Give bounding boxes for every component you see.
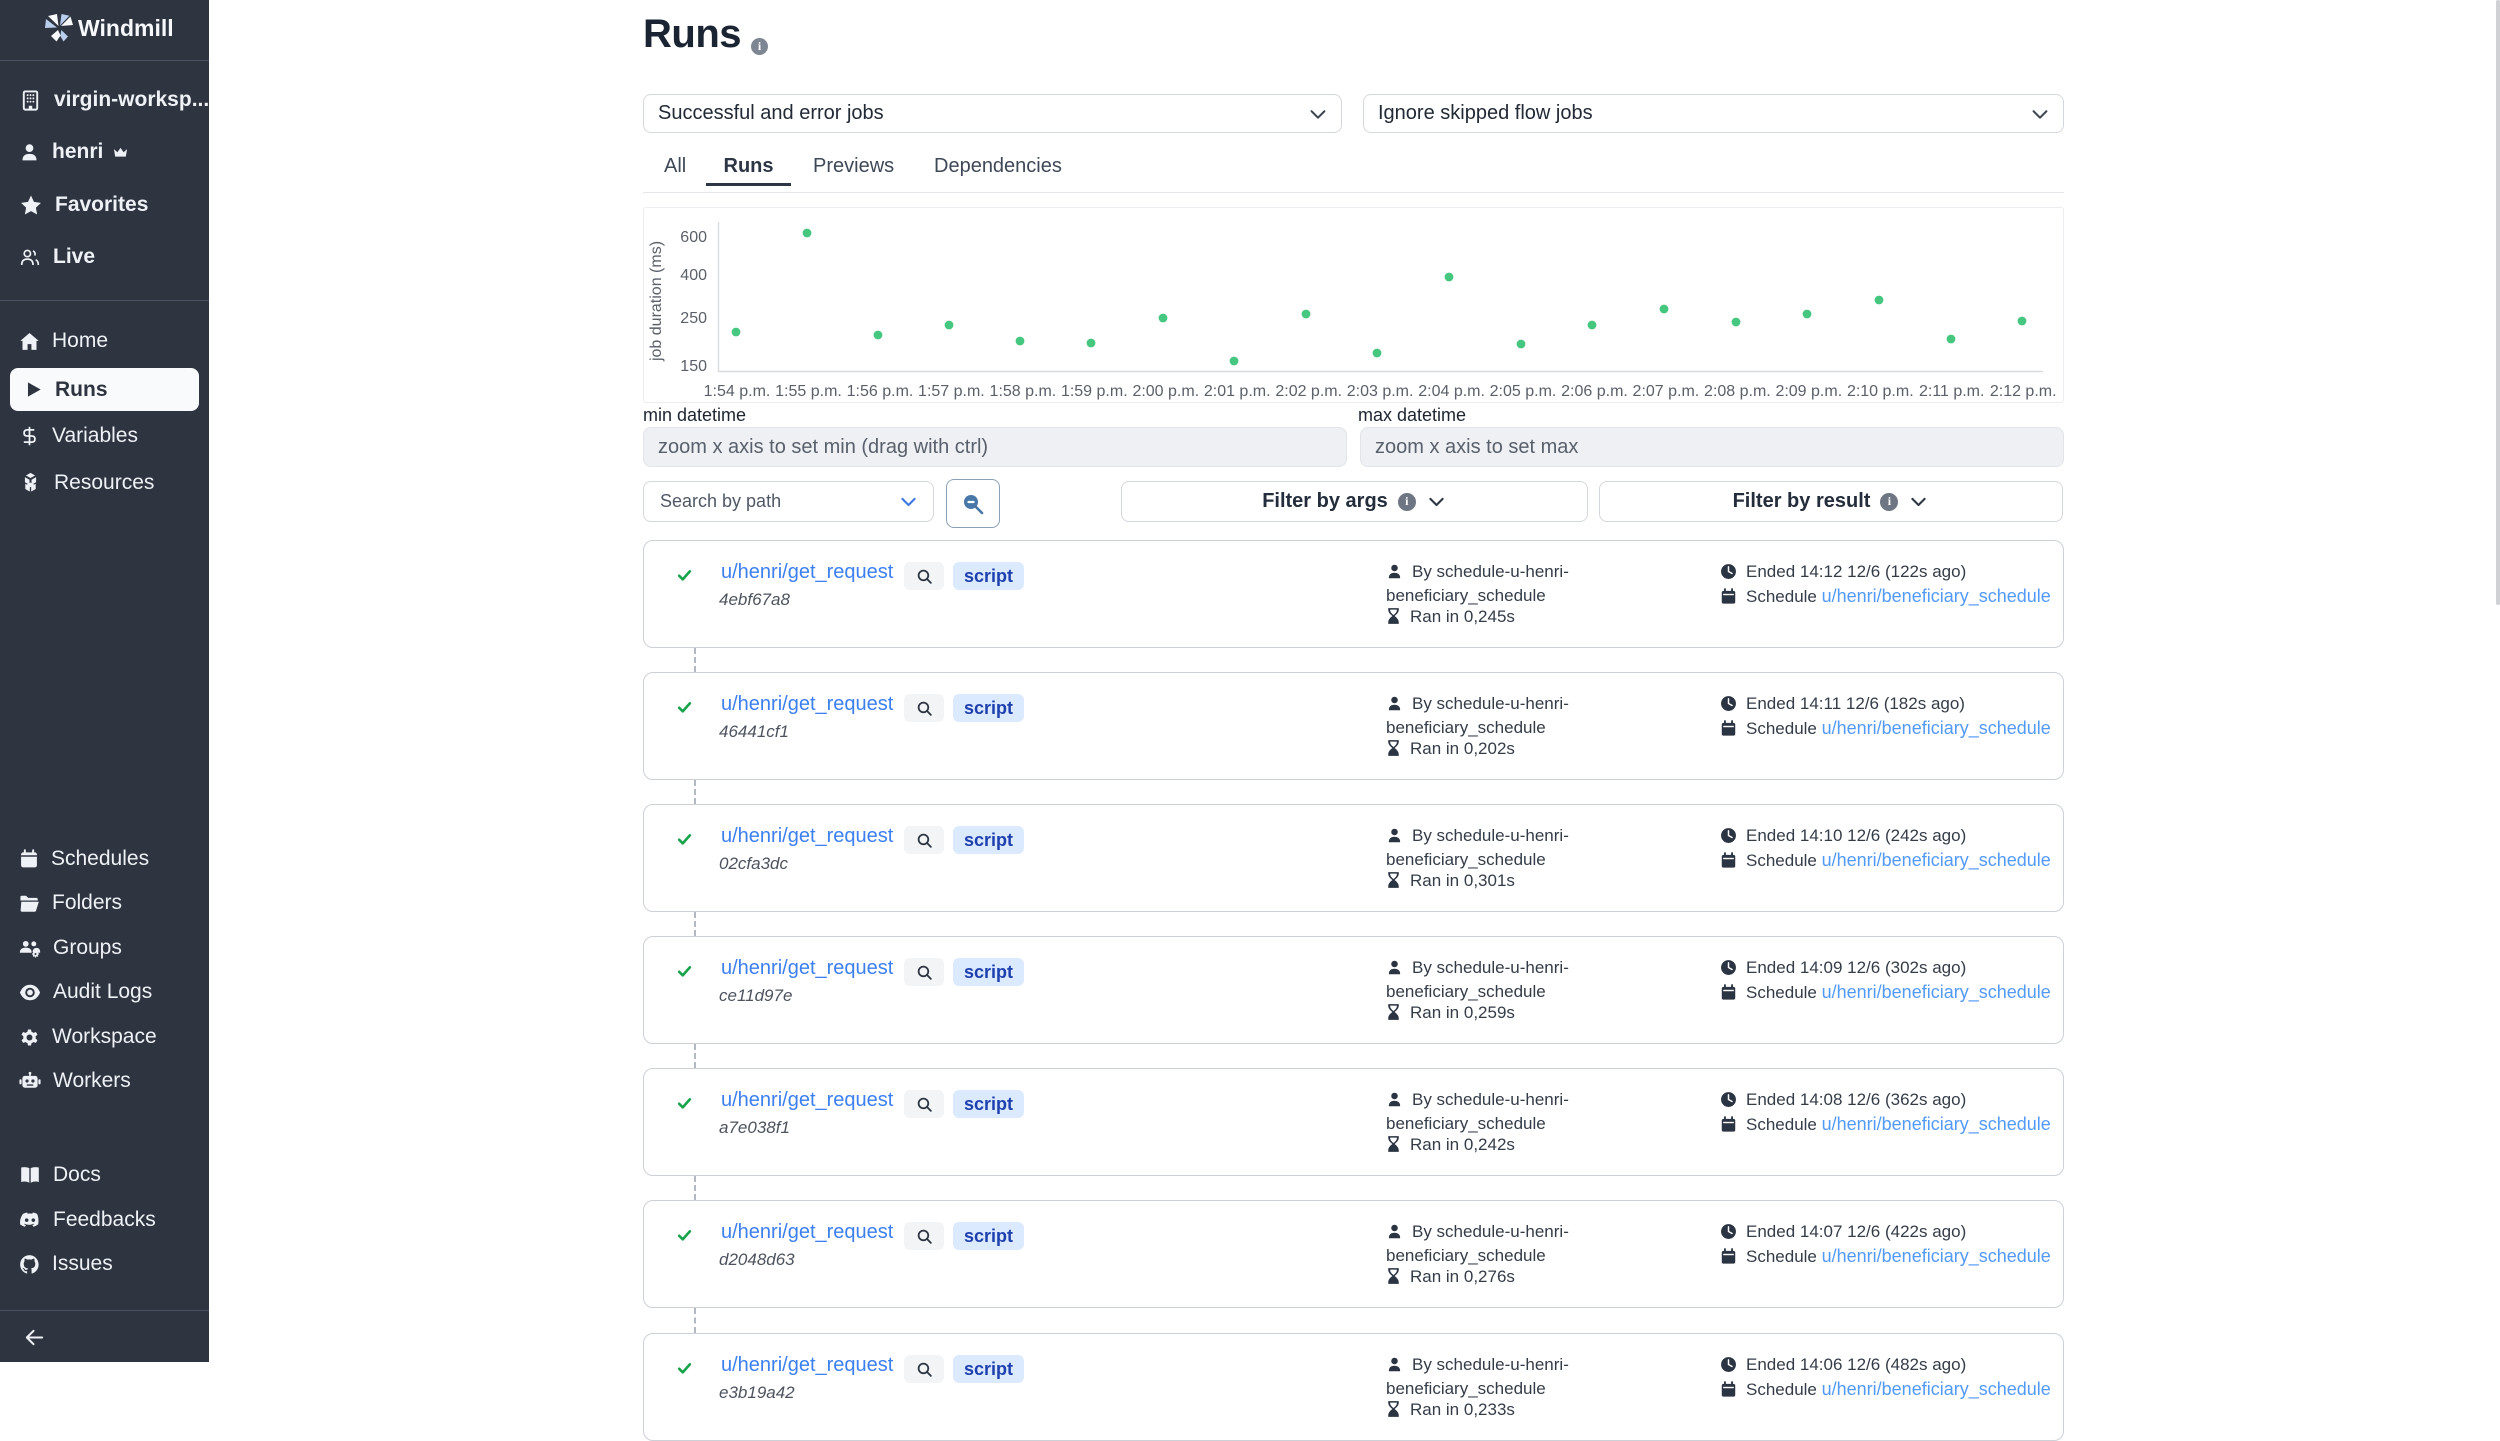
svg-text:250: 250 (680, 310, 707, 327)
svg-text:400: 400 (680, 267, 707, 284)
svg-text:2:11 p.m.: 2:11 p.m. (1919, 383, 1985, 400)
svg-text:2:10 p.m.: 2:10 p.m. (1847, 383, 1914, 400)
svg-text:1:56 p.m.: 1:56 p.m. (847, 383, 914, 400)
svg-text:2:01 p.m.: 2:01 p.m. (1204, 383, 1271, 400)
svg-text:2:05 p.m.: 2:05 p.m. (1490, 383, 1557, 400)
svg-text:1:58 p.m.: 1:58 p.m. (990, 383, 1057, 400)
svg-text:1:54 p.m.: 1:54 p.m. (704, 383, 771, 400)
svg-text:job duration (ms): job duration (ms) (648, 241, 665, 362)
svg-text:2:12 p.m.: 2:12 p.m. (1990, 383, 2057, 400)
svg-text:150: 150 (680, 358, 707, 375)
svg-text:2:04 p.m.: 2:04 p.m. (1418, 383, 1485, 400)
svg-text:1:55 p.m.: 1:55 p.m. (775, 383, 842, 400)
svg-text:2:06 p.m.: 2:06 p.m. (1561, 383, 1628, 400)
svg-text:2:09 p.m.: 2:09 p.m. (1775, 383, 1842, 400)
svg-text:2:07 p.m.: 2:07 p.m. (1633, 383, 1700, 400)
svg-text:1:57 p.m.: 1:57 p.m. (918, 383, 985, 400)
svg-text:2:08 p.m.: 2:08 p.m. (1704, 383, 1771, 400)
svg-text:600: 600 (680, 229, 707, 246)
svg-text:1:59 p.m.: 1:59 p.m. (1061, 383, 1128, 400)
svg-text:2:00 p.m.: 2:00 p.m. (1132, 383, 1199, 400)
svg-text:2:03 p.m.: 2:03 p.m. (1347, 383, 1414, 400)
svg-text:2:02 p.m.: 2:02 p.m. (1275, 383, 1342, 400)
